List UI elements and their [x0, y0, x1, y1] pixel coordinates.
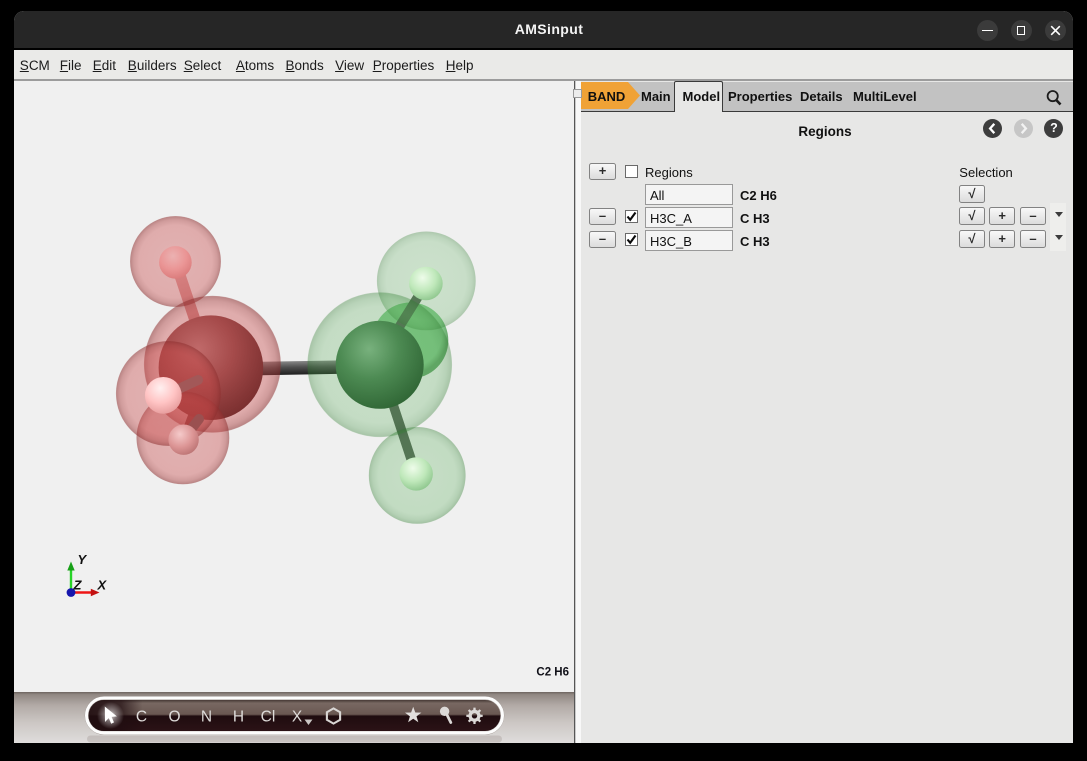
svg-text:Z: Z	[73, 578, 83, 593]
svg-text:H: H	[233, 709, 244, 726]
svg-text:N: N	[201, 709, 212, 726]
svg-text:O: O	[168, 709, 180, 726]
svg-text:C2 H6: C2 H6	[536, 667, 569, 679]
svg-text:C: C	[136, 709, 147, 726]
svg-text:Y: Y	[78, 552, 88, 567]
svg-text:Cl: Cl	[261, 709, 276, 726]
svg-text:X: X	[97, 578, 108, 593]
svg-text:X: X	[292, 709, 303, 726]
